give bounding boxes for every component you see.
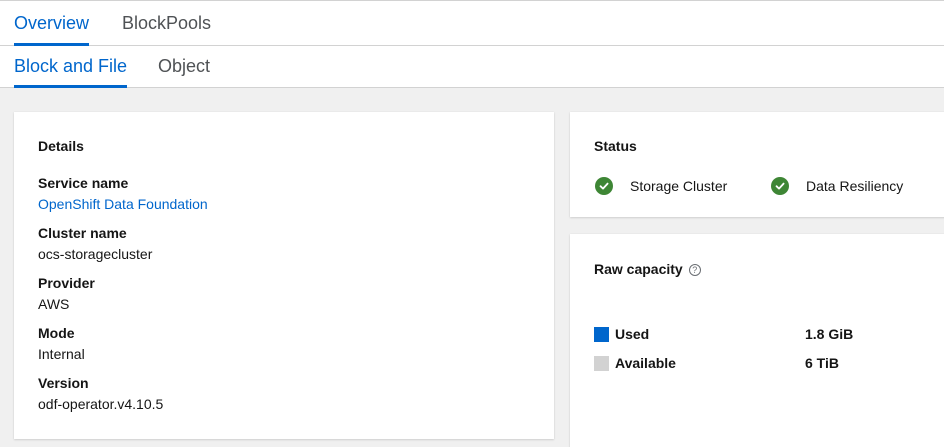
- check-circle-icon: [595, 177, 613, 195]
- tab-overview-label: Overview: [14, 12, 90, 33]
- tab-blockpools-label: BlockPools: [122, 12, 212, 33]
- status-item-label: Data Resiliency: [806, 178, 904, 194]
- status-item-data-resiliency[interactable]: Data Resiliency: [771, 177, 903, 195]
- secondary-tab-bar: Block and File Object: [0, 46, 944, 88]
- service-name-label: Service name: [38, 175, 129, 191]
- tab-blockpools[interactable]: BlockPools: [122, 1, 211, 45]
- tab-block-and-file-label: Block and File: [14, 56, 128, 76]
- legend-available-label: Available: [615, 355, 676, 371]
- status-card: Status Storage Cluster Data Resiliency: [570, 112, 944, 217]
- provider-label: Provider: [38, 275, 95, 291]
- tab-object[interactable]: Object: [158, 46, 210, 87]
- check-circle-icon: [771, 177, 789, 195]
- available-swatch: [594, 355, 609, 371]
- raw-capacity-title-text: Raw capacity: [594, 261, 683, 277]
- version-value: odf-operator.v4.10.5: [38, 396, 164, 412]
- primary-tab-bar: Overview BlockPools: [0, 0, 944, 46]
- cluster-name-value: ocs-storagecluster: [38, 246, 153, 262]
- version-label: Version: [38, 375, 89, 391]
- raw-capacity-card: Raw capacity? Used 1.8 GiB Available 6 T…: [570, 234, 944, 447]
- help-icon[interactable]: ?: [688, 264, 701, 277]
- cluster-name-label: Cluster name: [38, 225, 127, 241]
- mode-value: Internal: [38, 346, 85, 362]
- legend-used-label: Used: [615, 326, 650, 342]
- status-item-label: Storage Cluster: [630, 178, 728, 194]
- details-card: Details Service name OpenShift Data Foun…: [14, 112, 554, 439]
- legend-available: Available: [594, 355, 676, 371]
- service-name-link[interactable]: OpenShift Data Foundation: [38, 196, 208, 212]
- available-value: 6 TiB: [805, 355, 839, 371]
- tab-block-and-file[interactable]: Block and File: [14, 46, 128, 88]
- tab-object-label: Object: [158, 56, 211, 76]
- used-value: 1.8 GiB: [805, 326, 854, 342]
- status-item-storage-cluster[interactable]: Storage Cluster: [595, 177, 727, 195]
- used-swatch: [594, 326, 609, 342]
- legend-used: Used: [594, 326, 649, 342]
- provider-value: AWS: [38, 296, 70, 312]
- details-title: Details: [38, 138, 84, 154]
- status-title: Status: [594, 138, 637, 154]
- mode-label: Mode: [38, 325, 75, 341]
- tab-overview[interactable]: Overview: [14, 1, 90, 46]
- raw-capacity-title: Raw capacity?: [594, 261, 701, 277]
